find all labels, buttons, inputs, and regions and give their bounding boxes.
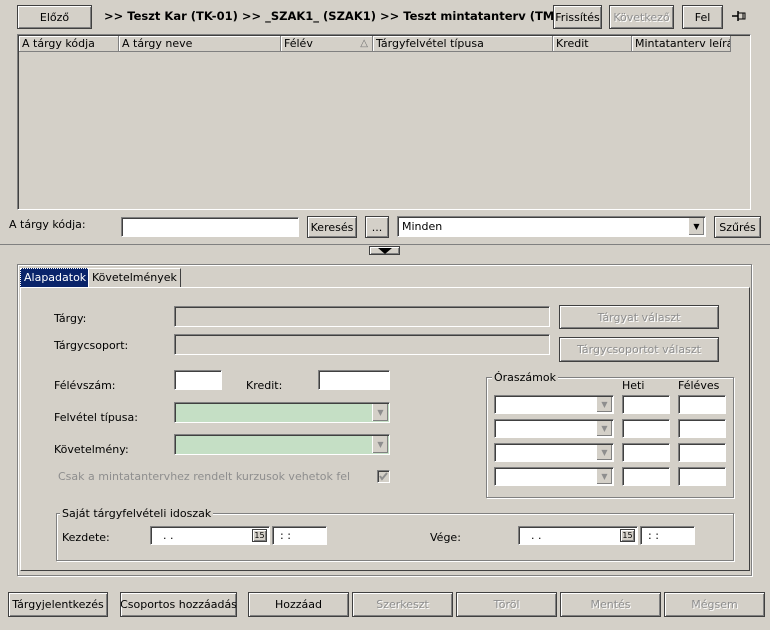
hours-weekly-label: Heti bbox=[622, 379, 645, 392]
subject-group-label: Tárgycsoport: bbox=[54, 339, 129, 352]
tab-alapadatok[interactable]: Alapadatok bbox=[20, 268, 91, 288]
prev-button[interactable]: Előző bbox=[17, 5, 92, 29]
tab-kovetelmenyek[interactable]: Követelmények bbox=[88, 268, 181, 288]
period-end-date-value: . . bbox=[531, 529, 542, 542]
grid-header-description[interactable]: Mintatanterv leírása bbox=[632, 36, 731, 52]
semester-label: Félévszám: bbox=[54, 379, 116, 392]
hours-type-dropdown-3[interactable]: ▼ bbox=[494, 443, 614, 462]
grid-body[interactable] bbox=[19, 52, 749, 208]
search-button[interactable]: Keresés bbox=[307, 216, 357, 238]
next-button[interactable]: Következő bbox=[609, 5, 674, 29]
edit-button[interactable]: Szerkeszt bbox=[352, 592, 453, 617]
subject-report-button[interactable]: Tárgyjelentkezés bbox=[8, 592, 108, 617]
period-end-time-value: : : bbox=[648, 529, 659, 542]
period-start-time-input[interactable]: : : bbox=[272, 526, 327, 545]
grid-header-enroll-type[interactable]: Tárgyfelvétel típusa bbox=[373, 36, 553, 52]
filter-button[interactable]: Szűrés bbox=[714, 216, 761, 238]
add-button[interactable]: Hozzáad bbox=[248, 592, 349, 617]
chevron-down-icon[interactable]: ▼ bbox=[372, 404, 388, 421]
hours-type-dropdown-4[interactable]: ▼ bbox=[494, 467, 614, 486]
chevron-down-icon[interactable]: ▼ bbox=[596, 397, 612, 412]
subject-grid[interactable]: A tárgy kódja A tárgy neve Félév △ Tárgy… bbox=[17, 34, 751, 210]
top-panel-bottom-edge bbox=[0, 244, 770, 245]
subject-field bbox=[174, 306, 550, 327]
search-code-label: A tárgy kódja: bbox=[9, 218, 86, 231]
grid-header-name[interactable]: A tárgy neve bbox=[119, 36, 281, 52]
grid-header-credit[interactable]: Kredit bbox=[553, 36, 632, 52]
chevron-down-icon[interactable]: ▼ bbox=[688, 218, 704, 235]
refresh-button[interactable]: Frissítés bbox=[553, 5, 602, 29]
hours-weekly-input-1[interactable] bbox=[622, 395, 670, 414]
requirement-label: Követelmény: bbox=[54, 443, 129, 456]
credit-label: Kredit: bbox=[246, 379, 283, 392]
hours-semester-label: Féléves bbox=[678, 379, 720, 392]
enroll-type-dropdown[interactable]: ▼ bbox=[174, 402, 390, 423]
chevron-down-icon[interactable]: ▼ bbox=[596, 445, 612, 460]
subject-group-field bbox=[174, 334, 550, 355]
tab-alapadatok-label: Alapadatok bbox=[24, 271, 87, 284]
period-end-label: Vége: bbox=[430, 531, 461, 544]
group-add-button[interactable]: Csoportos hozzáadás bbox=[120, 592, 237, 617]
hours-title: Óraszámok bbox=[492, 371, 558, 384]
period-start-label: Kezdete: bbox=[62, 531, 110, 544]
subject-label: Tárgy: bbox=[54, 312, 87, 325]
semester-input[interactable] bbox=[174, 370, 222, 390]
calendar-icon[interactable]: 15 bbox=[252, 529, 267, 542]
cancel-button[interactable]: Mégsem bbox=[664, 592, 765, 617]
hours-semester-input-2[interactable] bbox=[678, 419, 726, 438]
triangle-down-icon bbox=[377, 247, 392, 254]
search-code-input[interactable] bbox=[121, 217, 299, 237]
hours-weekly-input-4[interactable] bbox=[622, 467, 670, 486]
up-button[interactable]: Fel bbox=[682, 5, 723, 29]
only-courses-label: Csak a mintatantervhez rendelt kurzusok … bbox=[58, 470, 351, 483]
calendar-icon[interactable]: 15 bbox=[620, 529, 635, 542]
period-start-time-value: : : bbox=[280, 529, 291, 542]
sort-indicator-icon: △ bbox=[360, 38, 368, 49]
hours-semester-input-3[interactable] bbox=[678, 443, 726, 462]
delete-button[interactable]: Töröl bbox=[456, 592, 557, 617]
period-end-date-input[interactable]: . . 15 bbox=[518, 526, 638, 545]
breadcrumb: >> Teszt Kar (TK-01) >> _SZAK1_ (SZAK1) … bbox=[104, 9, 581, 23]
hours-type-dropdown-2[interactable]: ▼ bbox=[494, 419, 614, 438]
only-courses-checkbox[interactable] bbox=[377, 470, 390, 483]
more-button[interactable]: ... bbox=[365, 216, 389, 238]
period-end-time-input[interactable]: : : bbox=[640, 526, 695, 545]
credit-input[interactable] bbox=[318, 370, 390, 390]
period-start-date-value: . . bbox=[163, 529, 174, 542]
hours-type-dropdown-1[interactable]: ▼ bbox=[494, 395, 614, 414]
filter-dropdown-value: Minden bbox=[402, 220, 443, 233]
save-button[interactable]: Mentés bbox=[560, 592, 661, 617]
chevron-down-icon[interactable]: ▼ bbox=[596, 421, 612, 436]
enroll-type-label: Felvétel típusa: bbox=[54, 411, 138, 424]
choose-subject-button[interactable]: Tárgyat választ bbox=[559, 305, 719, 329]
grid-header-code[interactable]: A tárgy kódja bbox=[19, 36, 119, 52]
chevron-down-icon[interactable]: ▼ bbox=[372, 436, 388, 453]
hours-semester-input-1[interactable] bbox=[678, 395, 726, 414]
period-start-date-input[interactable]: . . 15 bbox=[150, 526, 270, 545]
grid-header-semester-label: Félév bbox=[284, 37, 313, 50]
grid-header: A tárgy kódja A tárgy neve Félév △ Tárgy… bbox=[19, 36, 731, 52]
period-title: Saját tárgyfelvételi idoszak bbox=[60, 507, 214, 520]
hours-weekly-input-3[interactable] bbox=[622, 443, 670, 462]
chevron-down-icon[interactable]: ▼ bbox=[596, 469, 612, 484]
grid-header-semester[interactable]: Félév △ bbox=[281, 36, 373, 52]
hours-weekly-input-2[interactable] bbox=[622, 419, 670, 438]
hours-semester-input-4[interactable] bbox=[678, 467, 726, 486]
tab-kovetelmenyek-label: Követelmények bbox=[92, 271, 177, 284]
filter-dropdown[interactable]: Minden ▼ bbox=[397, 216, 706, 237]
checkmark-icon bbox=[379, 472, 388, 481]
splitter-collapse-button[interactable] bbox=[369, 246, 400, 255]
requirement-dropdown[interactable]: ▼ bbox=[174, 434, 390, 455]
choose-group-button[interactable]: Tárgycsoportot választ bbox=[559, 337, 719, 362]
pin-icon[interactable] bbox=[731, 9, 749, 25]
